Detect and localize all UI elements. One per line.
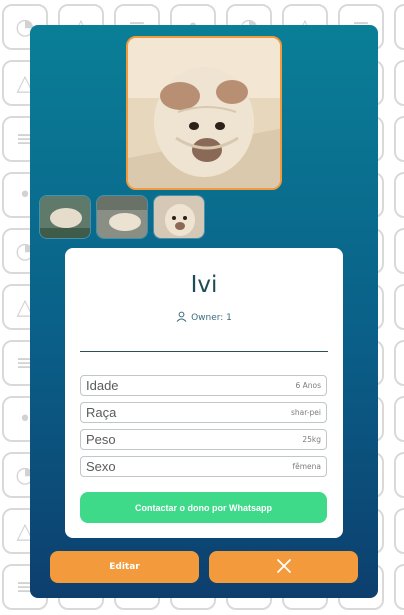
photo-thumbnails [39, 195, 205, 239]
field-sex: Sexo fêmena [80, 456, 327, 477]
field-age: Idade 6 Anos [80, 375, 327, 396]
cat-icon: △ [394, 116, 404, 162]
field-value: fêmena [292, 462, 321, 471]
pet-name: Ivi [190, 272, 218, 298]
dog-icon: ◔ [394, 508, 404, 554]
field-weight: Peso 25kg [80, 429, 327, 450]
field-label: Peso [86, 432, 116, 447]
field-value: shar-pei [290, 408, 321, 417]
field-label: Sexo [86, 459, 116, 474]
dog-icon: ◔ [394, 284, 404, 330]
field-value: 6 Anos [295, 381, 321, 390]
bone-icon: ≡ [394, 172, 404, 218]
field-label: Idade [86, 378, 119, 393]
paw-icon: • [394, 228, 404, 274]
paw-icon: • [394, 4, 404, 50]
thumbnail-3[interactable] [153, 195, 205, 239]
dog-icon: ◔ [394, 60, 404, 106]
divider [80, 351, 328, 352]
edit-button[interactable]: Editar [50, 551, 199, 583]
thumbnail-1[interactable] [39, 195, 91, 239]
field-value: 25kg [302, 435, 321, 444]
bone-icon: ≡ [394, 396, 404, 442]
user-icon [176, 311, 187, 325]
cat-icon: △ [394, 564, 404, 610]
field-label: Raça [86, 405, 117, 420]
contact-owner-whatsapp-button[interactable]: Contactar o dono por Whatsapp [80, 492, 327, 523]
pet-profile-card: Ivi Owner: 1 Idade 6 Anos Raça shar-pei … [30, 25, 378, 598]
paw-icon: • [394, 452, 404, 498]
field-breed: Raça shar-pei [80, 402, 327, 423]
owner-label: Owner: 1 [191, 313, 232, 323]
close-icon [276, 558, 292, 577]
pet-main-photo [126, 36, 282, 190]
owner-row: Owner: 1 [65, 311, 343, 325]
pet-info-card: Ivi Owner: 1 Idade 6 Anos Raça shar-pei … [65, 248, 343, 538]
thumbnail-2[interactable] [96, 195, 148, 239]
close-button[interactable] [209, 551, 358, 583]
cat-icon: △ [394, 340, 404, 386]
